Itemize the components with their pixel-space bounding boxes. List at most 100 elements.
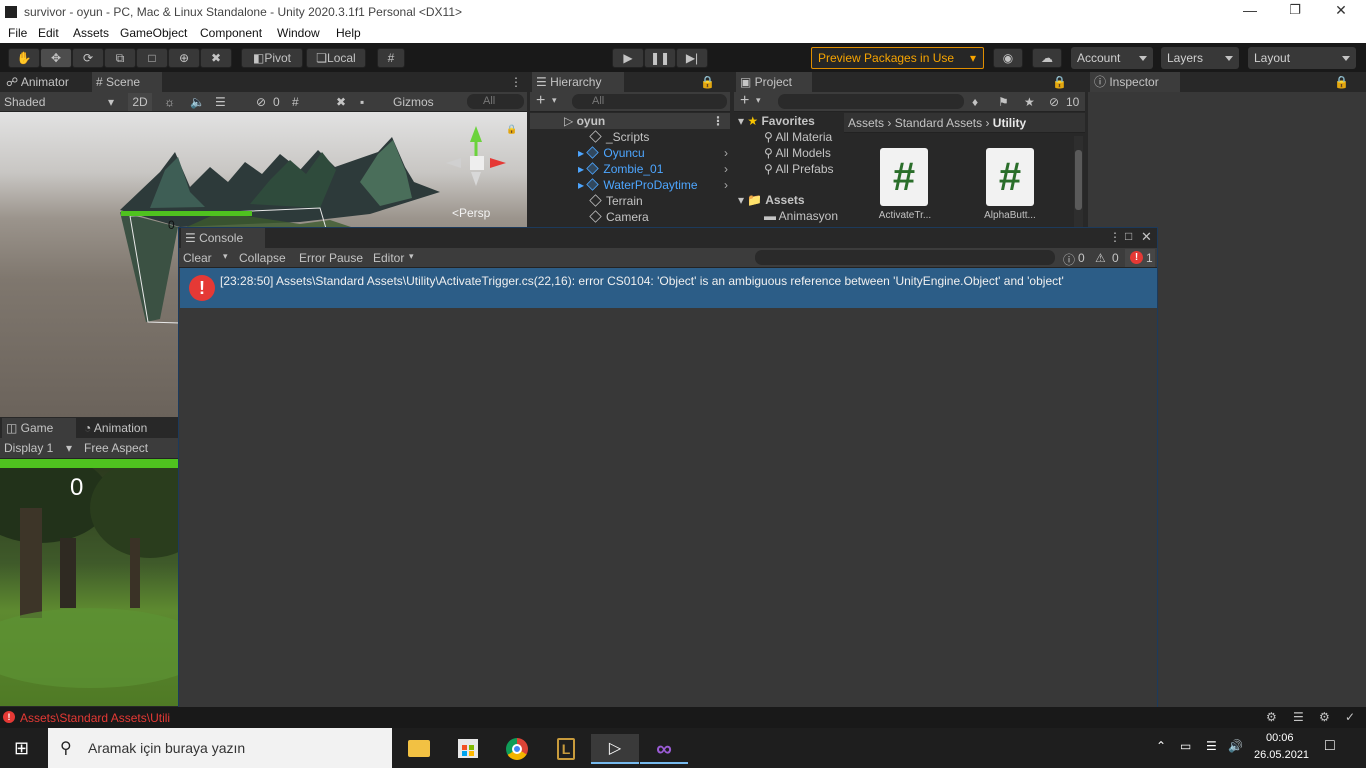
clock-date[interactable]: 26.05.2021 bbox=[1254, 749, 1309, 761]
breadcrumb-assets[interactable]: Assets bbox=[848, 116, 884, 130]
auto-generate-lighting-icon[interactable]: ⚙ bbox=[1266, 710, 1277, 724]
scale-tool-icon[interactable]: ⧉ bbox=[104, 48, 136, 68]
close-icon[interactable]: ✕ bbox=[1141, 229, 1152, 245]
play-button[interactable]: ▶ bbox=[612, 48, 644, 68]
tab-scene[interactable]: # Scene bbox=[92, 72, 162, 93]
step-button[interactable]: ▶| bbox=[676, 48, 708, 68]
clock-time[interactable]: 00:06 bbox=[1266, 732, 1294, 744]
hierarchy-search-input[interactable]: All bbox=[572, 94, 727, 109]
clear-button[interactable]: Clear bbox=[183, 251, 212, 265]
2d-toggle[interactable]: 2D bbox=[128, 93, 152, 111]
hidden-objects-icon[interactable]: ⊘ bbox=[256, 95, 266, 109]
scene-menu-icon[interactable]: ⋮ bbox=[506, 72, 524, 93]
notification-icon[interactable]: □ bbox=[1325, 737, 1335, 755]
console-search-input[interactable] bbox=[755, 250, 1055, 265]
aspect-dropdown[interactable]: Free Aspect bbox=[84, 441, 148, 455]
hierarchy-lock-icon[interactable]: 🔒 ⋮ bbox=[696, 72, 726, 110]
favorite-star-icon[interactable]: ★ bbox=[1024, 95, 1035, 109]
collapse-button[interactable]: Collapse bbox=[239, 251, 286, 265]
chevron-right-icon[interactable]: › bbox=[724, 177, 728, 193]
windows-start-icon[interactable]: ⊞ bbox=[14, 738, 29, 759]
error-pause-button[interactable]: Error Pause bbox=[299, 251, 363, 265]
maximize-icon[interactable]: □ bbox=[1125, 229, 1132, 243]
grid-icon[interactable]: # bbox=[292, 95, 299, 109]
status-message[interactable]: Assets\Standard Assets\Utili bbox=[20, 711, 178, 725]
wifi-icon[interactable]: ☰ bbox=[1206, 739, 1217, 753]
tab-animator[interactable]: ☍ Animator bbox=[2, 72, 90, 93]
audio-icon[interactable]: 🔈 bbox=[190, 95, 205, 109]
favorite-item[interactable]: ⚲ All Prefabs bbox=[764, 161, 834, 177]
game-viewport[interactable]: 0 bbox=[0, 468, 178, 706]
cache-server-icon[interactable]: ☰ bbox=[1293, 710, 1304, 724]
breadcrumb-utility[interactable]: Utility bbox=[993, 116, 1026, 130]
account-dropdown[interactable]: Account bbox=[1071, 47, 1153, 69]
layers-dropdown[interactable]: Layers bbox=[1161, 47, 1239, 69]
volume-icon[interactable]: 🔊 bbox=[1228, 739, 1243, 753]
filter-type-icon[interactable]: ♦ bbox=[972, 95, 978, 109]
lock-icon[interactable]: 🔒 bbox=[506, 124, 517, 135]
cloud-icon[interactable]: ☁ bbox=[1032, 48, 1062, 68]
favorites-header[interactable]: ▾ ★ Favorites bbox=[738, 113, 815, 129]
warning-icon[interactable]: ⚠ bbox=[1095, 251, 1106, 265]
add-icon[interactable]: + bbox=[740, 92, 749, 110]
file-name[interactable]: ActivateTr... bbox=[870, 210, 940, 221]
menu-help[interactable]: Help bbox=[336, 26, 361, 40]
persp-label[interactable]: <Persp bbox=[452, 206, 490, 220]
chevron-right-icon[interactable]: › bbox=[724, 145, 728, 161]
tab-console[interactable]: ☰ Console bbox=[181, 228, 265, 248]
file-name[interactable]: AlphaButt... bbox=[974, 210, 1046, 221]
close-icon[interactable]: ✕ bbox=[1326, 2, 1356, 19]
move-tool-icon[interactable]: ✥ bbox=[40, 48, 72, 68]
menu-gameobject[interactable]: GameObject bbox=[120, 26, 187, 40]
tools-icon[interactable]: ✖ bbox=[336, 95, 346, 109]
debug-icon[interactable]: ⚙ bbox=[1319, 710, 1330, 724]
transform-tool-icon[interactable]: ⊕ bbox=[168, 48, 200, 68]
tray-chevron-up-icon[interactable]: ⌃ bbox=[1156, 739, 1166, 753]
add-icon[interactable]: + bbox=[536, 92, 545, 110]
scene-root-oyun[interactable]: ▷ oyun ⋮ bbox=[530, 113, 730, 129]
assets-folder[interactable]: ▾ 📁 Assets bbox=[738, 192, 805, 208]
project-search-input[interactable] bbox=[778, 94, 964, 109]
restore-icon[interactable]: ❐ bbox=[1280, 2, 1310, 18]
menu-icon[interactable]: ⋮ bbox=[712, 113, 724, 129]
filter-label-icon[interactable]: ⚑ bbox=[998, 95, 1009, 109]
layout-dropdown[interactable]: Layout bbox=[1248, 47, 1356, 69]
lighting-icon[interactable]: ☼ bbox=[164, 95, 175, 109]
taskbar-search[interactable]: ⚲ Aramak için buraya yazın bbox=[48, 728, 392, 768]
expand-arrow-icon[interactable]: ▾ bbox=[738, 193, 747, 207]
scene-search-input[interactable]: All bbox=[467, 94, 524, 109]
menu-component[interactable]: Component bbox=[200, 26, 262, 40]
pivot-toggle[interactable]: ◧Pivot bbox=[241, 48, 303, 68]
unity-taskbar-icon[interactable]: ▷ bbox=[591, 734, 639, 764]
tab-hierarchy[interactable]: ☰ Hierarchy bbox=[532, 72, 624, 93]
collab-icon[interactable]: ◉ bbox=[993, 48, 1023, 68]
tab-animation[interactable]: ◔ Animation bbox=[80, 418, 176, 439]
hierarchy-item[interactable]: Terrain bbox=[589, 193, 643, 209]
grid-snap-icon[interactable]: # bbox=[377, 48, 405, 68]
favorite-item[interactable]: ⚲ All Materia bbox=[764, 129, 832, 145]
minimize-icon[interactable]: — bbox=[1235, 2, 1265, 18]
log-icon[interactable]: ⓘ bbox=[1063, 251, 1075, 268]
menu-assets[interactable]: Assets bbox=[73, 26, 109, 40]
visual-studio-icon[interactable]: ∞ bbox=[640, 734, 688, 764]
project-scrollbar[interactable] bbox=[1074, 136, 1083, 227]
hierarchy-item[interactable]: ▸ Oyuncu › bbox=[578, 145, 728, 161]
breadcrumb-standard-assets[interactable]: Standard Assets bbox=[895, 116, 982, 130]
display-dropdown[interactable]: Display 1 bbox=[4, 441, 53, 455]
hierarchy-item[interactable]: ▸ WaterProDaytime › bbox=[578, 177, 728, 193]
battery-icon[interactable]: ▭ bbox=[1180, 739, 1191, 753]
chrome-icon[interactable] bbox=[493, 734, 541, 764]
gizmos-dropdown[interactable]: Gizmos bbox=[393, 95, 434, 109]
check-icon[interactable]: ✓ bbox=[1345, 710, 1355, 724]
editor-dropdown[interactable]: Editor bbox=[373, 251, 404, 265]
hand-tool-icon[interactable]: ✋ bbox=[8, 48, 40, 68]
hidden-packages-icon[interactable]: ⊘ bbox=[1049, 95, 1059, 109]
league-of-legends-icon[interactable]: L bbox=[542, 734, 590, 764]
folder-item[interactable]: ▬ Animasyon bbox=[764, 208, 838, 224]
shading-dropdown[interactable]: Shaded bbox=[4, 95, 45, 109]
menu-file[interactable]: File bbox=[8, 26, 27, 40]
tab-game[interactable]: ◫ Game bbox=[2, 418, 76, 439]
preview-packages-button[interactable]: Preview Packages in Use ▾ bbox=[811, 47, 984, 69]
effects-icon[interactable]: ☰ bbox=[215, 95, 226, 109]
csharp-script-icon[interactable]: # bbox=[986, 148, 1034, 206]
